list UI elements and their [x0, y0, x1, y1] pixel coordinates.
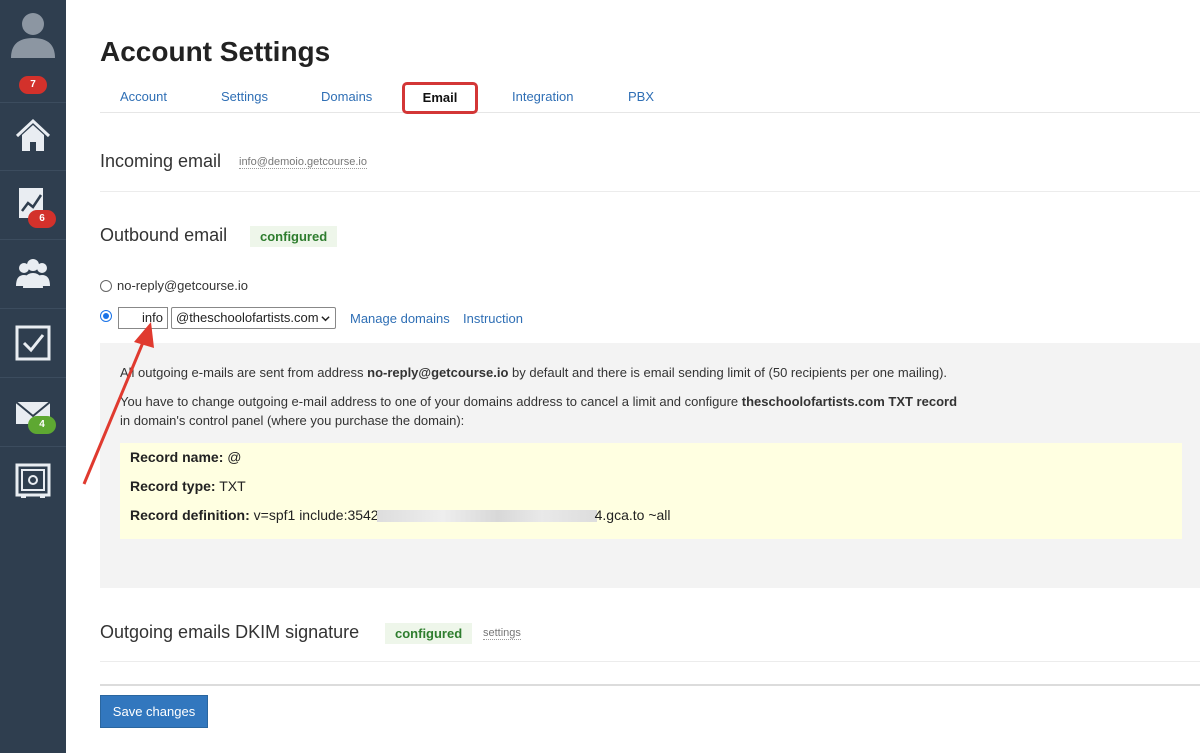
tab-settings[interactable]: Settings: [221, 89, 268, 104]
sidebar-item-mail[interactable]: 4: [0, 377, 66, 445]
tab-email[interactable]: Email: [402, 82, 478, 114]
profile-avatar[interactable]: [0, 0, 66, 66]
tab-integration[interactable]: Integration: [512, 89, 573, 104]
sidebar-item-tasks[interactable]: [0, 308, 66, 376]
notifications-badge: 7: [19, 76, 47, 94]
sidebar-item-safe[interactable]: [0, 446, 66, 514]
save-changes-button[interactable]: Save changes: [100, 695, 208, 728]
users-icon: [16, 259, 50, 288]
sender-domain-value: @theschoolofartists.com: [176, 310, 319, 325]
sidebar-item-home[interactable]: [0, 102, 66, 170]
sender-domain-select[interactable]: @theschoolofartists.com: [171, 307, 336, 329]
divider: [100, 661, 1200, 662]
sender-local-part-input[interactable]: info: [118, 307, 168, 329]
statistics-badge: 6: [28, 210, 56, 228]
chevron-down-icon: [321, 316, 330, 322]
settings-tabs: Account Settings Domains Email Integrati…: [100, 80, 1200, 114]
sidebar-item-statistics[interactable]: 6: [0, 170, 66, 238]
record-definition: Record definition: v=spf1 include:3542 4.…: [130, 507, 671, 523]
mail-badge: 4: [28, 416, 56, 434]
dkim-status-badge: configured: [385, 623, 473, 644]
radio-default[interactable]: [100, 279, 112, 292]
manage-domains-link[interactable]: Manage domains: [350, 311, 450, 326]
redacted-blur: [376, 510, 597, 523]
info-line-1: All outgoing e-mails are sent from addre…: [120, 365, 948, 380]
tab-account[interactable]: Account: [120, 89, 167, 104]
user-icon: [11, 13, 55, 58]
outbound-status-badge: configured: [250, 226, 338, 247]
info-line-3: in domain's control panel (where you pur…: [120, 413, 465, 428]
record-name: Record name: @: [130, 449, 242, 465]
sidebar-item-users[interactable]: [0, 239, 66, 307]
outbound-email-title: Outbound email: [100, 225, 228, 245]
spf-info-panel: All outgoing e-mails are sent from addre…: [100, 343, 1200, 588]
incoming-email-title: Incoming email: [100, 151, 222, 171]
radio-custom[interactable]: [100, 310, 112, 322]
home-icon: [15, 118, 51, 151]
radio-custom-sender[interactable]: [100, 310, 117, 322]
divider: [100, 191, 1200, 192]
incoming-email-address[interactable]: info@demoio.getcourse.io: [239, 156, 367, 169]
default-sender-label: no-reply@getcourse.io: [117, 278, 248, 293]
safe-icon: [15, 463, 51, 498]
txt-record-box: Record name: @ Record type: TXT Record d…: [120, 443, 1182, 539]
dkim-title: Outgoing emails DKIM signature: [100, 622, 360, 642]
footer-divider: [100, 684, 1200, 686]
instruction-link[interactable]: Instruction: [463, 311, 523, 326]
radio-default-sender[interactable]: no-reply@getcourse.io: [100, 278, 248, 293]
dkim-settings-link[interactable]: settings: [483, 627, 521, 640]
tasks-icon: [15, 325, 51, 361]
page-title: Account Settings: [100, 36, 331, 67]
tab-domains[interactable]: Domains: [321, 89, 372, 104]
info-line-2: You have to change outgoing e-mail addre…: [120, 394, 958, 409]
record-type: Record type: TXT: [130, 478, 246, 494]
sidebar: 7 6 4: [0, 0, 66, 753]
tab-pbx[interactable]: PBX: [628, 89, 654, 104]
